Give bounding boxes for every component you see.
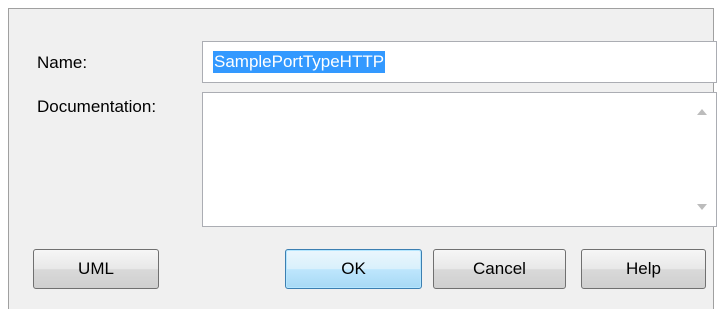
scroll-down-arrow-icon[interactable] [697,204,707,210]
documentation-textarea[interactable] [202,92,717,227]
port-type-properties-dialog: Name: SamplePortTypeHTTP Documentation: … [8,8,717,309]
ok-button[interactable]: OK [285,249,422,289]
help-button[interactable]: Help [581,249,706,289]
name-input[interactable]: SamplePortTypeHTTP [202,41,717,83]
uml-button[interactable]: UML [33,249,159,289]
name-label: Name: [37,53,88,72]
documentation-scrollbar[interactable] [688,93,716,226]
scroll-up-arrow-icon[interactable] [697,109,707,115]
name-input-value[interactable]: SamplePortTypeHTTP [213,51,386,73]
cancel-button[interactable]: Cancel [433,249,566,289]
documentation-label: Documentation: [37,97,157,116]
